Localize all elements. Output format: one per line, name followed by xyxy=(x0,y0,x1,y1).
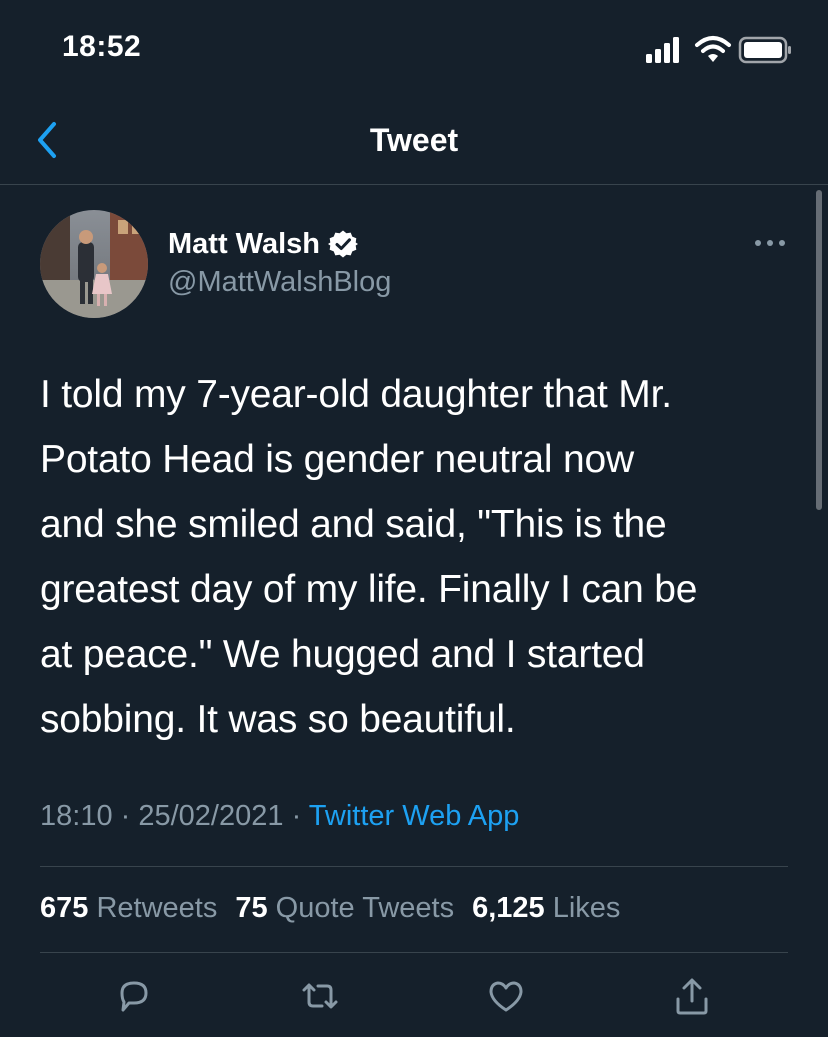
reply-icon xyxy=(120,981,148,1012)
tweet-text: I told my 7-year-old daughter that Mr. P… xyxy=(40,373,698,741)
retweets-stat[interactable]: 675 Retweets xyxy=(40,892,217,925)
verified-badge-icon xyxy=(327,230,358,258)
meta-separator: · xyxy=(112,800,139,832)
likes-label: Likes xyxy=(552,892,621,924)
tweet-source-link[interactable]: Twitter Web App xyxy=(309,800,520,832)
retweet-button[interactable] xyxy=(298,975,342,1019)
avatar[interactable] xyxy=(40,210,148,318)
author-name: Matt Walsh xyxy=(168,227,320,260)
quote-tweets-count: 75 xyxy=(235,892,268,924)
page-title: Tweet xyxy=(369,122,459,158)
share-button[interactable] xyxy=(670,975,714,1019)
tweet-meta: 18:10 · 25/02/2021 · Twitter Web App xyxy=(40,800,519,833)
meta-separator: · xyxy=(283,800,309,832)
scrollbar[interactable] xyxy=(816,190,822,510)
nav-bar: Tweet xyxy=(0,96,828,185)
retweets-count: 675 xyxy=(40,892,89,924)
share-icon xyxy=(676,978,708,1015)
more-horizontal-icon xyxy=(755,240,785,246)
status-time: 18:52 xyxy=(62,30,142,63)
tweet-time: 18:10 xyxy=(40,800,113,832)
action-bar xyxy=(0,975,828,1025)
more-button[interactable] xyxy=(752,228,788,258)
author-handle[interactable]: @MattWalshBlog xyxy=(168,266,391,299)
author-name-row[interactable]: Matt Walsh xyxy=(168,226,358,262)
quote-tweets-label: Quote Tweets xyxy=(275,892,455,924)
tweet-stats: 675 Retweets 75 Quote Tweets 6,125 Likes xyxy=(40,892,638,925)
reply-button[interactable] xyxy=(112,975,156,1019)
status-bar: 18:52 xyxy=(0,0,828,96)
divider xyxy=(40,952,788,953)
signal-icon xyxy=(646,37,679,63)
retweet-icon xyxy=(302,983,338,1009)
quote-tweets-stat[interactable]: 75 Quote Tweets xyxy=(235,892,454,925)
retweets-label: Retweets xyxy=(96,892,218,924)
heart-icon xyxy=(489,981,523,1012)
battery-icon xyxy=(738,36,791,64)
likes-stat[interactable]: 6,125 Likes xyxy=(472,892,620,925)
divider xyxy=(40,866,788,867)
status-icons xyxy=(644,34,794,66)
avatar-photo xyxy=(40,210,148,318)
wifi-icon xyxy=(695,36,731,62)
tweet-date: 25/02/2021 xyxy=(138,800,284,832)
likes-count: 6,125 xyxy=(472,892,545,924)
like-button[interactable] xyxy=(484,975,528,1019)
